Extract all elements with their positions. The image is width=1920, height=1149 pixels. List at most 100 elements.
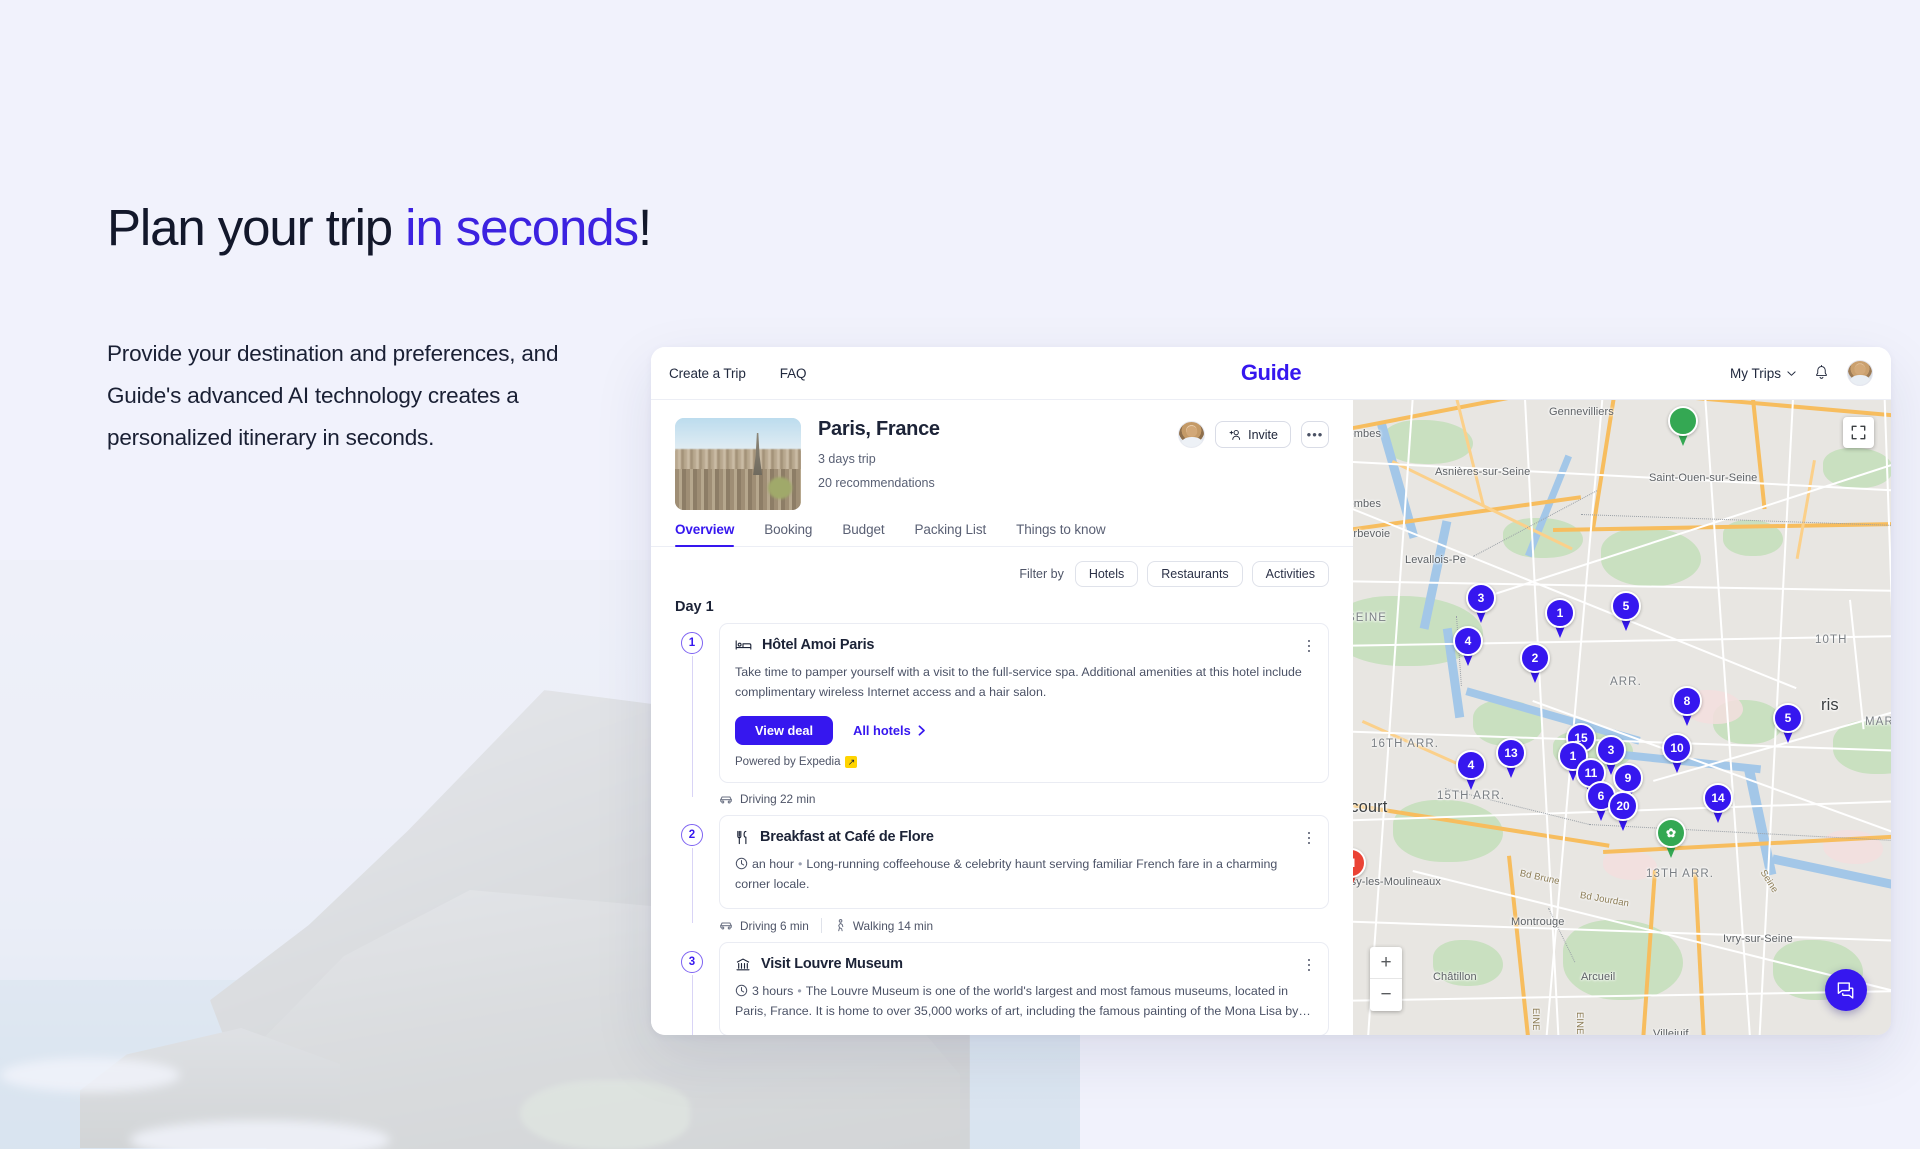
itinerary-card-description: an hour • Long-running coffeehouse & celeb… xyxy=(735,857,1278,891)
map-pin-number: 13 xyxy=(1496,738,1526,768)
restaurant-icon xyxy=(737,830,747,844)
chevron-right-icon xyxy=(918,725,925,736)
map-pin[interactable]: 4 xyxy=(1456,750,1486,790)
map-label: ncourt xyxy=(1353,798,1388,816)
museum-icon xyxy=(736,958,750,970)
view-deal-button[interactable]: View deal xyxy=(735,716,834,745)
my-trips-dropdown[interactable]: My Trips xyxy=(1730,366,1796,381)
map-canvas[interactable] xyxy=(1353,400,1891,1035)
map-pin[interactable]: 20 xyxy=(1608,791,1638,831)
filter-chip-activities[interactable]: Activities xyxy=(1251,561,1329,587)
all-hotels-link[interactable]: All hotels xyxy=(853,723,926,738)
tab-things-to-know[interactable]: Things to know xyxy=(1016,522,1106,546)
itinerary-step-number: 3 xyxy=(681,951,703,973)
itinerary-card-title: Hôtel Amoi Paris xyxy=(762,637,875,653)
itinerary-card-hotel[interactable]: Hôtel Amoi Paris Take time to pamper you… xyxy=(719,623,1329,783)
map-label: lombes xyxy=(1353,428,1382,440)
map-label: lombes xyxy=(1353,498,1382,510)
powered-by-label: Powered by Expedia xyxy=(735,756,841,768)
my-trips-label: My Trips xyxy=(1729,365,1781,381)
map-label: 13TH ARR. xyxy=(1646,868,1715,880)
nav-link-faq[interactable]: FAQ xyxy=(780,366,807,381)
trip-recommendation-count: 20 recommendations xyxy=(818,476,935,490)
map-pin[interactable]: 3 xyxy=(1466,583,1496,623)
map-pin-hospital[interactable]: H xyxy=(1353,848,1366,888)
itinerary-timeline: 1 Hôtel Amoi Paris Take time to pamper y… xyxy=(651,615,1353,1035)
itinerary-card-museum[interactable]: Visit Louvre Museum 3 hours • The Louvre M… xyxy=(719,942,1329,1035)
tab-overview[interactable]: Overview xyxy=(675,522,735,547)
map-zoom-controls: + − xyxy=(1370,947,1402,1011)
travel-leg-label: Driving 22 min xyxy=(740,792,816,806)
tab-budget[interactable]: Budget xyxy=(842,522,884,546)
map-pin-park[interactable] xyxy=(1668,406,1698,446)
headline-accent: in seconds xyxy=(405,199,639,256)
map-zoom-out-button[interactable]: − xyxy=(1370,979,1402,1011)
trip-header: Paris, France 3 days trip 20 recommendat… xyxy=(651,400,1353,510)
map-pin-number: 4 xyxy=(1453,626,1483,656)
headline-prefix: Plan your trip xyxy=(107,199,406,256)
powered-by-row: Powered by Expedia ↗ xyxy=(735,756,1313,768)
card-kebab-menu-button[interactable] xyxy=(1302,637,1316,655)
map-zoom-in-button[interactable]: + xyxy=(1370,947,1402,979)
card-kebab-menu-button[interactable] xyxy=(1302,956,1316,974)
navbar-links: Create a Trip FAQ xyxy=(669,366,807,381)
map-label: EINE xyxy=(1530,1008,1541,1031)
map-pane[interactable]: Gennevilliers lombes Asnières-sur-Seine … xyxy=(1353,400,1891,1035)
travel-leg-label: Driving 6 min xyxy=(740,918,809,933)
map-pin-number: 5 xyxy=(1773,703,1803,733)
itinerary-card-description: 3 hours • The Louvre Museum is one of the … xyxy=(735,984,1311,1018)
nav-link-create-a-trip[interactable]: Create a Trip xyxy=(669,366,746,381)
filter-chip-restaurants[interactable]: Restaurants xyxy=(1147,561,1243,587)
map-pin[interactable]: 13 xyxy=(1496,738,1526,778)
trip-more-options-button[interactable]: ••• xyxy=(1301,421,1329,448)
map-pin-number: 5 xyxy=(1611,591,1641,621)
tab-booking[interactable]: Booking xyxy=(764,522,812,546)
leg-divider xyxy=(820,918,822,933)
collaborator-avatar[interactable] xyxy=(1178,421,1206,448)
map-pin[interactable]: 14 xyxy=(1703,783,1733,823)
itinerary-description-text: The Louvre Museum is one of the world's … xyxy=(735,984,1311,1018)
card-cta-row: View deal All hotels xyxy=(735,716,1313,745)
day-heading: Day 1 xyxy=(675,599,714,615)
trip-duration: 3 days trip xyxy=(818,452,876,466)
map-label: EINE xyxy=(1574,1012,1585,1035)
travel-leg-1: Driving 22 min xyxy=(675,783,1329,815)
notification-bell-icon[interactable] xyxy=(1813,364,1830,382)
invite-button[interactable]: Invite xyxy=(1215,421,1291,448)
map-pin[interactable]: 4 xyxy=(1453,626,1483,666)
map-pin[interactable]: 5 xyxy=(1611,591,1641,631)
map-label: MARAIS xyxy=(1865,716,1891,728)
timeline-rail: 3 xyxy=(675,942,719,1035)
map-label: Asnières-sur-Seine xyxy=(1435,466,1531,478)
trip-tabs: Overview Booking Budget Packing List Thi… xyxy=(651,522,1353,547)
map-pin-park[interactable]: ✿ xyxy=(1656,818,1686,858)
map-pin[interactable]: 8 xyxy=(1672,686,1702,726)
tree-icon xyxy=(1668,406,1698,436)
map-fullscreen-button[interactable] xyxy=(1843,417,1874,448)
map-pin-number: 4 xyxy=(1456,750,1486,780)
map-label: 15TH ARR. xyxy=(1437,790,1506,802)
map-pin-number: 20 xyxy=(1608,791,1638,821)
travel-leg-label: Walking 14 min xyxy=(852,918,934,933)
itinerary-card-restaurant[interactable]: Breakfast at Café de Flore an hour • Long-… xyxy=(719,815,1329,909)
card-kebab-menu-button[interactable] xyxy=(1302,829,1316,847)
map-pin-number: 1 xyxy=(1545,598,1575,628)
map-pin[interactable]: 5 xyxy=(1773,703,1803,743)
map-pin[interactable]: 1 xyxy=(1545,598,1575,638)
page-root: Plan your trip in seconds! Provide your … xyxy=(0,0,1920,1149)
navbar-right: My Trips xyxy=(1730,360,1873,386)
filter-chip-hotels[interactable]: Hotels xyxy=(1074,561,1139,587)
itinerary-duration: an hour xyxy=(752,857,795,871)
tab-packing-list[interactable]: Packing List xyxy=(915,522,987,546)
add-person-icon xyxy=(1229,429,1241,440)
chat-support-button[interactable] xyxy=(1825,969,1867,1011)
map-pin[interactable]: 10 xyxy=(1662,733,1692,773)
map-label: ourbevoie xyxy=(1353,528,1391,540)
bed-icon xyxy=(735,640,752,650)
map-label: Montrouge xyxy=(1511,916,1565,928)
itinerary-step-number: 1 xyxy=(681,632,703,654)
map-pin-number: 3 xyxy=(1466,583,1496,613)
itinerary-card-title: Breakfast at Café de Flore xyxy=(760,829,934,845)
map-pin[interactable]: 2 xyxy=(1520,643,1550,683)
user-avatar[interactable] xyxy=(1847,360,1873,386)
